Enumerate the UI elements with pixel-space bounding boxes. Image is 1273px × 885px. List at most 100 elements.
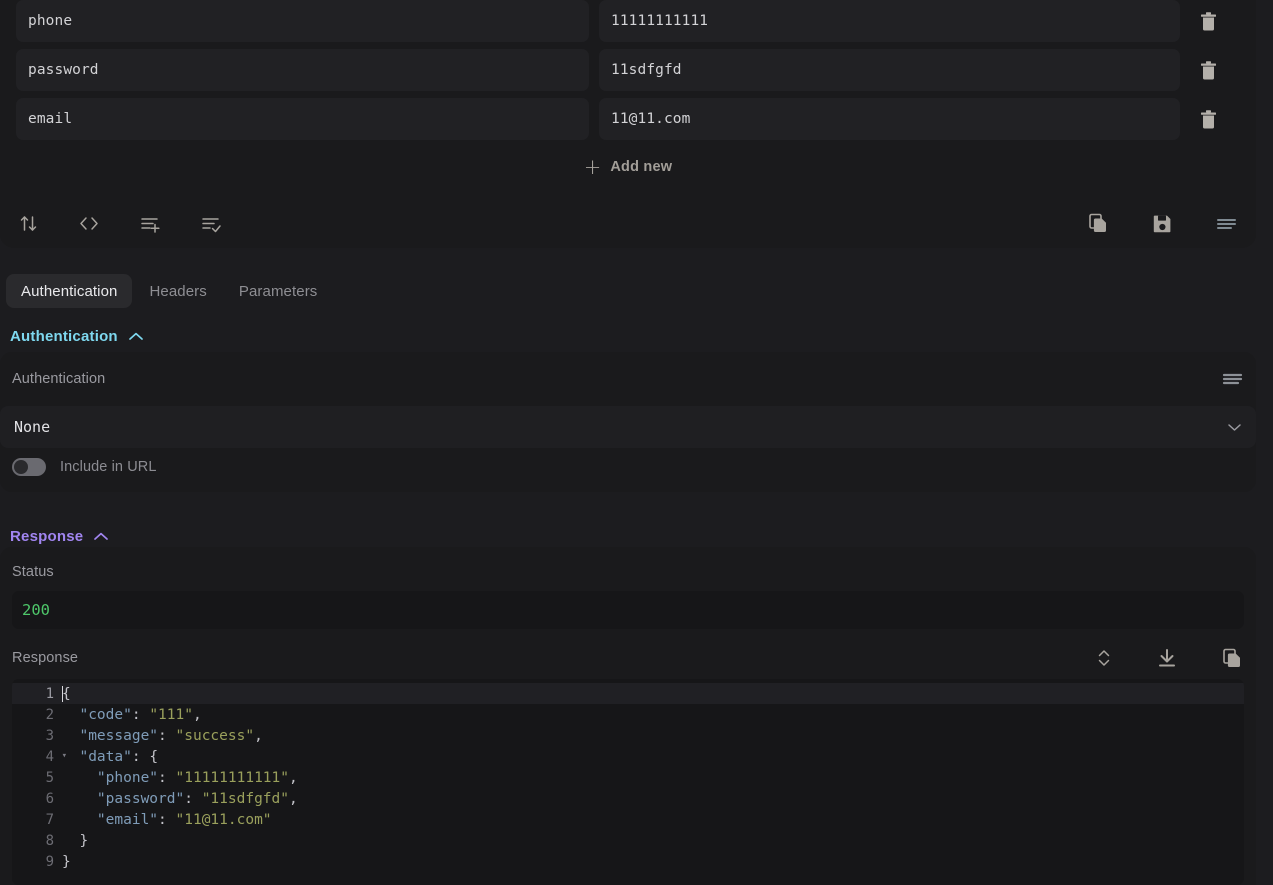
- code-token-key: "email": [96, 811, 159, 828]
- copy-icon: [1223, 648, 1240, 667]
- toggle-knob: [14, 460, 28, 474]
- code-token-str: "11sdfgfd": [201, 790, 290, 807]
- format-lines-icon: [1222, 373, 1243, 385]
- code-token-punc: ,: [192, 706, 202, 723]
- response-code-viewer[interactable]: 1▾234▾56789 { "code": "111", "message": …: [12, 679, 1244, 885]
- format-button[interactable]: [1215, 213, 1238, 234]
- trash-icon: [1200, 11, 1216, 30]
- kv-value-input[interactable]: 11@11.com: [599, 98, 1180, 140]
- response-body-label: Response: [12, 650, 79, 666]
- authentication-type-value: None: [14, 418, 51, 436]
- code-token-str: "11111111111": [175, 769, 290, 786]
- copy-body-button[interactable]: [1088, 212, 1110, 234]
- validate-button[interactable]: [200, 213, 223, 234]
- line-number: 6: [45, 790, 54, 807]
- table-row: email 11@11.com: [16, 98, 1240, 140]
- line-number: 2: [45, 706, 54, 723]
- kv-value-input[interactable]: 11sdfgfd: [599, 49, 1180, 91]
- code-content[interactable]: { "code": "111", "message": "success", "…: [58, 679, 1244, 885]
- chevron-up-icon: [128, 332, 143, 340]
- code-token-punc: :: [184, 790, 202, 807]
- code-line: {: [58, 683, 1244, 704]
- save-button[interactable]: [1152, 213, 1173, 234]
- code-token-key: "data": [79, 748, 132, 765]
- code-token-punc: ,: [289, 769, 298, 786]
- save-icon: [1153, 215, 1171, 232]
- code-token-punc: ,: [289, 790, 298, 807]
- authentication-type-select[interactable]: None: [0, 406, 1256, 448]
- kv-key-input[interactable]: password: [16, 49, 589, 91]
- authentication-menu-button[interactable]: [1221, 370, 1244, 388]
- delete-row-button[interactable]: [1190, 3, 1226, 39]
- delete-row-button[interactable]: [1190, 101, 1226, 137]
- plus-icon: +: [583, 154, 602, 179]
- list-check-icon: [202, 217, 221, 232]
- tab-parameters[interactable]: Parameters: [224, 274, 333, 308]
- code-token-key: "phone": [96, 769, 159, 786]
- response-section-header[interactable]: Response: [10, 528, 109, 545]
- code-line: }: [58, 830, 1244, 851]
- code-view-button[interactable]: [77, 213, 101, 234]
- code-line: "data": {: [58, 746, 1244, 767]
- code-token-punc: :: [158, 769, 176, 786]
- kv-key-input[interactable]: phone: [16, 0, 589, 42]
- tab-authentication[interactable]: Authentication: [6, 274, 133, 308]
- chevron-up-icon: [94, 532, 109, 540]
- copy-response-button[interactable]: [1222, 647, 1244, 669]
- table-row: password 11sdfgfd: [16, 49, 1240, 91]
- sort-icon: [20, 215, 37, 231]
- body-toolbar-left: [18, 213, 223, 234]
- chevron-down-icon: [1228, 424, 1241, 431]
- add-new-button[interactable]: + Add new: [0, 152, 1256, 182]
- select-chevron: [1227, 422, 1242, 432]
- body-toolbar-right: [1088, 212, 1238, 234]
- delete-row-button[interactable]: [1190, 52, 1226, 88]
- body-toolbar: [0, 198, 1256, 248]
- line-number: 8: [45, 832, 54, 849]
- code-token-punc: :: [131, 706, 150, 723]
- expand-collapse-button[interactable]: [1096, 647, 1112, 669]
- tab-label: Parameters: [238, 282, 318, 300]
- settings-tabs: Authentication Headers Parameters: [0, 270, 1273, 312]
- tab-label: Authentication: [21, 282, 118, 300]
- kv-value-text: 11sdfgfd: [611, 62, 682, 78]
- authentication-section-header[interactable]: Authentication: [10, 328, 144, 345]
- add-new-label: Add new: [610, 159, 673, 175]
- code-token-punc: ,: [254, 727, 263, 744]
- kv-key-input[interactable]: email: [16, 98, 589, 140]
- tab-headers[interactable]: Headers: [134, 274, 221, 308]
- sort-button[interactable]: [18, 213, 39, 234]
- download-response-button[interactable]: [1156, 647, 1178, 669]
- code-brackets-icon: [80, 216, 98, 230]
- status-value-box: 200: [12, 591, 1244, 629]
- kv-value-input[interactable]: 11111111111: [599, 0, 1180, 42]
- line-number: 7: [45, 811, 54, 828]
- code-token-punc: :: [158, 727, 176, 744]
- tab-label: Headers: [149, 282, 207, 300]
- response-collapse-button[interactable]: [93, 531, 109, 542]
- include-in-url-toggle[interactable]: [12, 458, 46, 476]
- copy-icon: [1089, 213, 1106, 232]
- key-value-rows: phone 11111111111 password 11sdfgfd emai…: [0, 0, 1256, 147]
- kv-key-text: phone: [28, 13, 73, 29]
- download-icon: [1159, 649, 1175, 667]
- code-token-punc: : {: [131, 748, 159, 765]
- authentication-collapse-button[interactable]: [128, 331, 144, 342]
- status-badge: 200: [22, 601, 50, 619]
- kv-value-text: 11@11.com: [611, 111, 691, 127]
- response-actions: [1096, 647, 1244, 669]
- response-section-title: Response: [10, 528, 84, 545]
- kv-key-text: password: [28, 62, 99, 78]
- line-number: 1▾: [12, 683, 67, 704]
- add-row-button[interactable]: [139, 213, 162, 234]
- trash-icon: [1200, 60, 1216, 79]
- code-token-str: "111": [149, 706, 193, 723]
- code-token-str: "11@11.com": [175, 811, 272, 828]
- authentication-field-label: Authentication: [12, 371, 106, 387]
- request-body-panel: phone 11111111111 password 11sdfgfd emai…: [0, 0, 1256, 248]
- list-add-icon: [141, 217, 160, 233]
- line-number: 9: [45, 853, 54, 870]
